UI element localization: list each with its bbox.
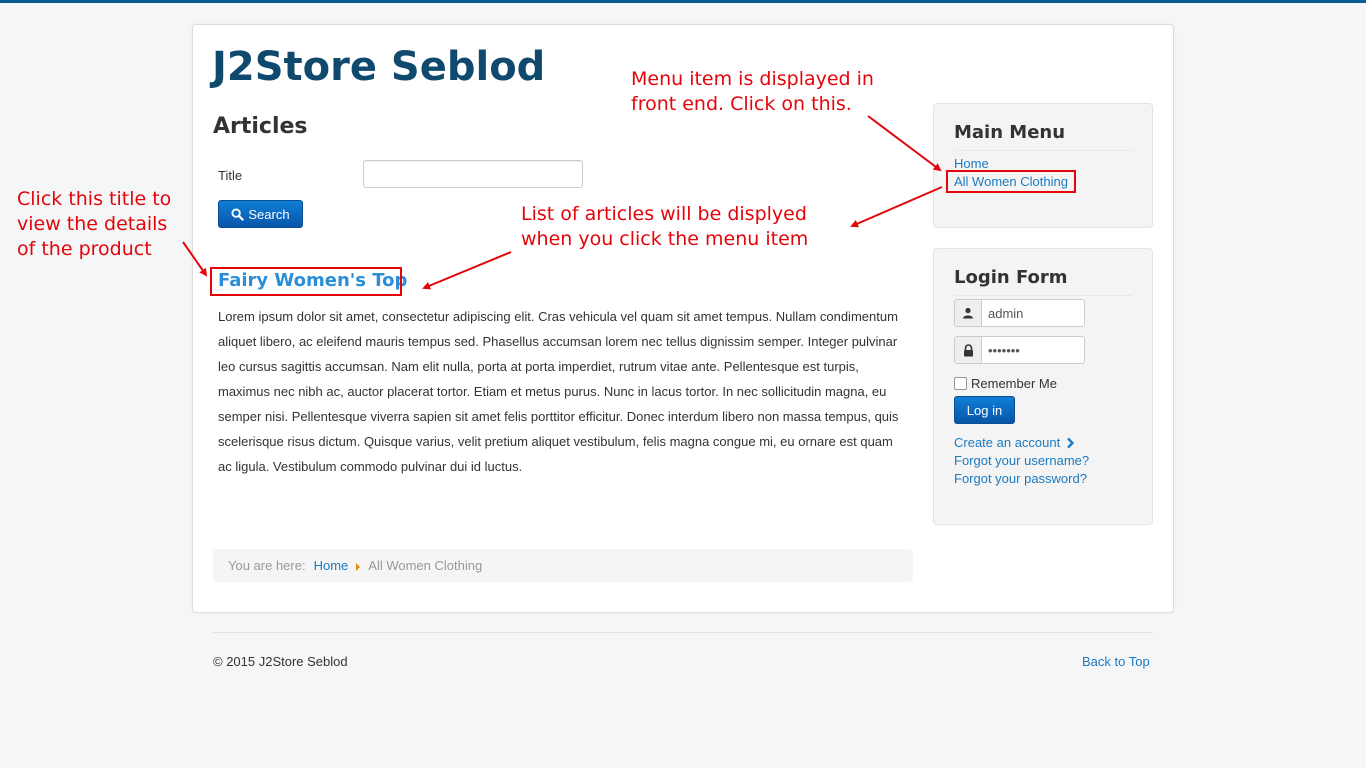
annotation-line: List of articles will be displyed bbox=[521, 203, 807, 225]
search-title-label: Title bbox=[218, 168, 243, 183]
annotation-line: when you click the menu item bbox=[521, 228, 809, 250]
annotation-menu-note: Menu item is displayed in front end. Cli… bbox=[631, 67, 874, 117]
remember-me[interactable]: Remember Me bbox=[954, 376, 1057, 391]
footer-divider bbox=[212, 632, 1153, 633]
article-body: Lorem ipsum dolor sit amet, consectetur … bbox=[218, 309, 899, 474]
breadcrumb-home-link[interactable]: Home bbox=[314, 558, 349, 573]
username-value: admin bbox=[988, 305, 1024, 321]
password-field[interactable]: ••••••• bbox=[954, 336, 1085, 364]
top-accent-bar bbox=[0, 0, 1366, 3]
breadcrumb-prefix: You are here: bbox=[228, 558, 306, 573]
module-divider bbox=[954, 295, 1132, 296]
annotation-highlight-article-title bbox=[210, 267, 402, 296]
main-menu-title: Main Menu bbox=[954, 122, 1066, 143]
annotation-line: Click this title to bbox=[17, 188, 172, 210]
login-form-module: Login Form admin ••••••• Remember Me Log… bbox=[933, 248, 1153, 525]
forgot-username-link[interactable]: Forgot your username? bbox=[954, 453, 1089, 468]
menu-item-home[interactable]: Home bbox=[954, 156, 989, 171]
site-brand[interactable]: J2Store Seblod bbox=[212, 44, 545, 90]
username-field[interactable]: admin bbox=[954, 299, 1085, 327]
module-divider bbox=[954, 150, 1132, 151]
footer-copyright: © 2015 J2Store Seblod bbox=[213, 654, 348, 669]
annotation-line: Menu item is displayed in bbox=[631, 68, 874, 90]
annotation-line: front end. Click on this. bbox=[631, 93, 852, 115]
breadcrumb-current: All Women Clothing bbox=[368, 558, 483, 573]
search-icon bbox=[231, 207, 245, 221]
search-button[interactable]: Search bbox=[218, 200, 303, 228]
create-account-link[interactable]: Create an account bbox=[954, 435, 1075, 450]
annotation-line: of the product bbox=[17, 238, 152, 260]
login-form-title: Login Form bbox=[954, 267, 1068, 288]
breadcrumb-divider-icon bbox=[356, 562, 361, 571]
login-button[interactable]: Log in bbox=[954, 396, 1015, 424]
search-button-label: Search bbox=[248, 206, 290, 222]
main-menu-module: Main Menu Home All Women Clothing bbox=[933, 103, 1153, 228]
forgot-password-link[interactable]: Forgot your password? bbox=[954, 471, 1087, 486]
back-to-top-link[interactable]: Back to Top bbox=[1082, 654, 1150, 669]
user-icon bbox=[955, 300, 982, 326]
create-account-label: Create an account bbox=[954, 435, 1061, 450]
annotation-highlight-menu-item bbox=[946, 170, 1076, 193]
page-title: Articles bbox=[213, 114, 308, 139]
remember-me-checkbox[interactable] bbox=[954, 377, 967, 390]
annotation-title-note: Click this title to view the details of … bbox=[17, 187, 171, 262]
password-value: ••••••• bbox=[988, 342, 1020, 358]
search-title-input[interactable] bbox=[363, 160, 583, 188]
annotation-list-note: List of articles will be displyed when y… bbox=[521, 202, 808, 252]
breadcrumb: You are here: Home All Women Clothing bbox=[213, 549, 913, 582]
chevron-right-icon bbox=[1067, 437, 1075, 448]
remember-me-label: Remember Me bbox=[971, 376, 1057, 391]
annotation-line: view the details bbox=[17, 213, 168, 235]
lock-icon bbox=[955, 337, 982, 363]
